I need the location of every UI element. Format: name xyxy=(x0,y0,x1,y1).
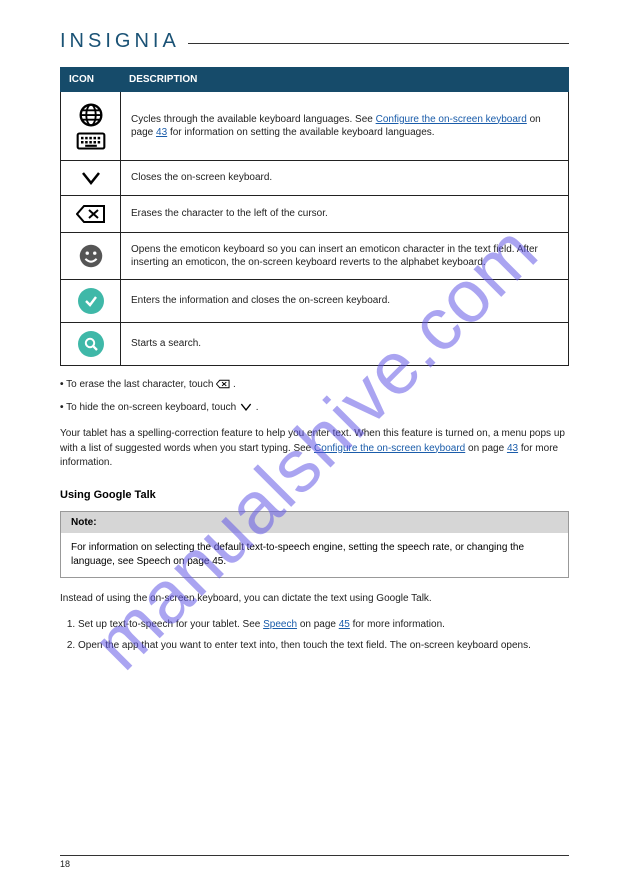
row-lang-pre: Cycles through the available keyboard la… xyxy=(131,114,376,125)
row-lang-pg[interactable]: 43 xyxy=(156,127,167,138)
table-row: Starts a search. xyxy=(61,323,569,366)
usage-spellcheck: Your tablet has a spelling-correction fe… xyxy=(60,427,569,471)
usage-erase: • To erase the last character, touch . xyxy=(60,378,569,393)
row-back-desc: Erases the character to the left of the … xyxy=(121,196,569,233)
step1-pg[interactable]: 45 xyxy=(339,619,350,630)
table-head-desc: DESCRIPTION xyxy=(121,68,569,92)
header: INSIGNIA xyxy=(60,30,569,53)
usage-spellcheck-pg[interactable]: 43 xyxy=(507,443,518,454)
chevron-down-icon xyxy=(239,402,256,413)
row-emoji-desc: Opens the emoticon keyboard so you can i… xyxy=(121,233,569,280)
row-enter-desc: Enters the information and closes the on… xyxy=(121,280,569,323)
row-search-desc: Starts a search. xyxy=(121,323,569,366)
backspace-icon xyxy=(76,209,106,220)
table-row: Closes the on-screen keyboard. xyxy=(61,161,569,196)
table-row: Erases the character to the left of the … xyxy=(61,196,569,233)
page-number: 18 xyxy=(60,859,70,869)
search-icon xyxy=(78,331,104,357)
section-heading: Using Google Talk xyxy=(60,489,569,501)
row-lang-link[interactable]: Configure the on-screen keyboard xyxy=(376,114,527,125)
list-item: Open the app that you want to enter text… xyxy=(78,639,569,654)
table-head-icon: ICON xyxy=(61,68,121,92)
icon-description-table: ICON DESCRIPTION Cycles through the avai… xyxy=(60,67,569,366)
emoticon-icon xyxy=(76,251,106,262)
table-row: Opens the emoticon keyboard so you can i… xyxy=(61,233,569,280)
header-rule xyxy=(188,43,569,44)
table-row: Cycles through the available keyboard la… xyxy=(61,92,569,161)
talk-intro: Instead of using the on-screen keyboard,… xyxy=(60,592,569,607)
table-row: Enters the information and closes the on… xyxy=(61,280,569,323)
page-footer: 18 xyxy=(60,855,569,869)
keyboard-icon xyxy=(76,136,106,147)
brand-logo: INSIGNIA xyxy=(60,30,180,53)
note-box: Note: For information on selecting the d… xyxy=(60,511,569,578)
chevron-down-icon xyxy=(76,173,106,184)
globe-icon xyxy=(76,110,106,121)
check-icon xyxy=(78,288,104,314)
usage-hide: • To hide the on-screen keyboard, touch … xyxy=(60,401,569,416)
note-body: For information on selecting the default… xyxy=(61,533,568,577)
backspace-icon xyxy=(216,379,233,390)
row-close-desc: Closes the on-screen keyboard. xyxy=(121,161,569,196)
note-heading: Note: xyxy=(61,512,568,533)
list-item: Set up text-to-speech for your tablet. S… xyxy=(78,618,569,633)
usage-spellcheck-link[interactable]: Configure the on-screen keyboard xyxy=(314,443,465,454)
talk-steps: Set up text-to-speech for your tablet. S… xyxy=(60,618,569,653)
step1-link[interactable]: Speech xyxy=(263,619,297,630)
